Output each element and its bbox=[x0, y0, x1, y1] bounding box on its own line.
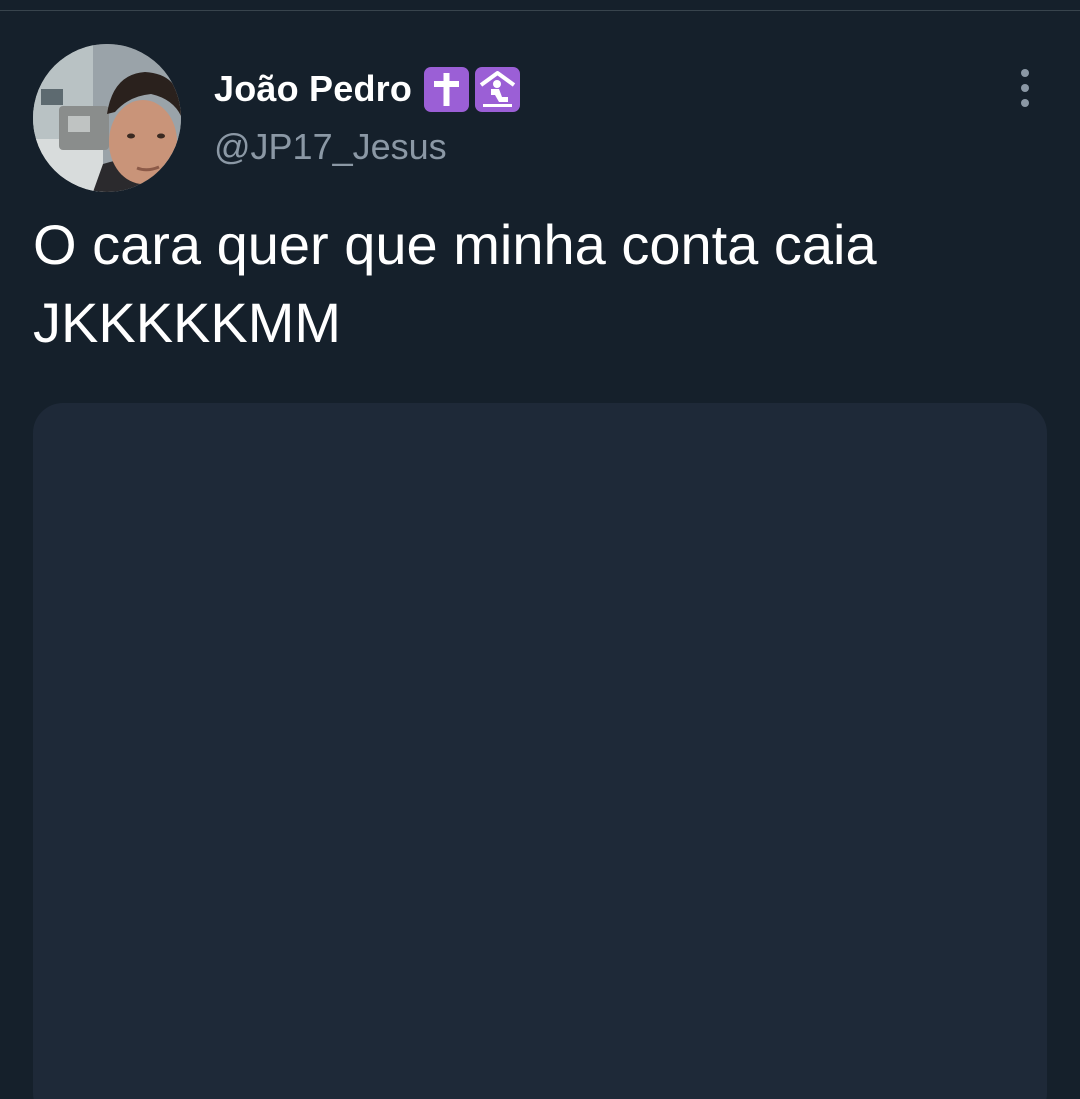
avatar[interactable] bbox=[33, 44, 181, 192]
more-dot bbox=[1021, 84, 1029, 92]
more-dot bbox=[1021, 69, 1029, 77]
tweet-detail-view: João Pedro @JP17_Jesus O cara quer que m… bbox=[0, 0, 1080, 1099]
user-handle[interactable]: @JP17_Jesus bbox=[214, 126, 447, 168]
place-of-worship-icon bbox=[475, 66, 521, 112]
more-dot bbox=[1021, 99, 1029, 107]
avatar-photo bbox=[33, 44, 181, 192]
top-divider bbox=[0, 10, 1080, 11]
latin-cross-icon bbox=[424, 66, 470, 112]
media-placeholder[interactable] bbox=[33, 403, 1047, 1099]
tweet-text: O cara quer que minha conta caia JKKKKKM… bbox=[33, 213, 877, 354]
display-name[interactable]: João Pedro bbox=[214, 68, 412, 110]
more-options-icon[interactable] bbox=[1004, 66, 1046, 110]
author-name-row[interactable]: João Pedro bbox=[214, 64, 521, 114]
